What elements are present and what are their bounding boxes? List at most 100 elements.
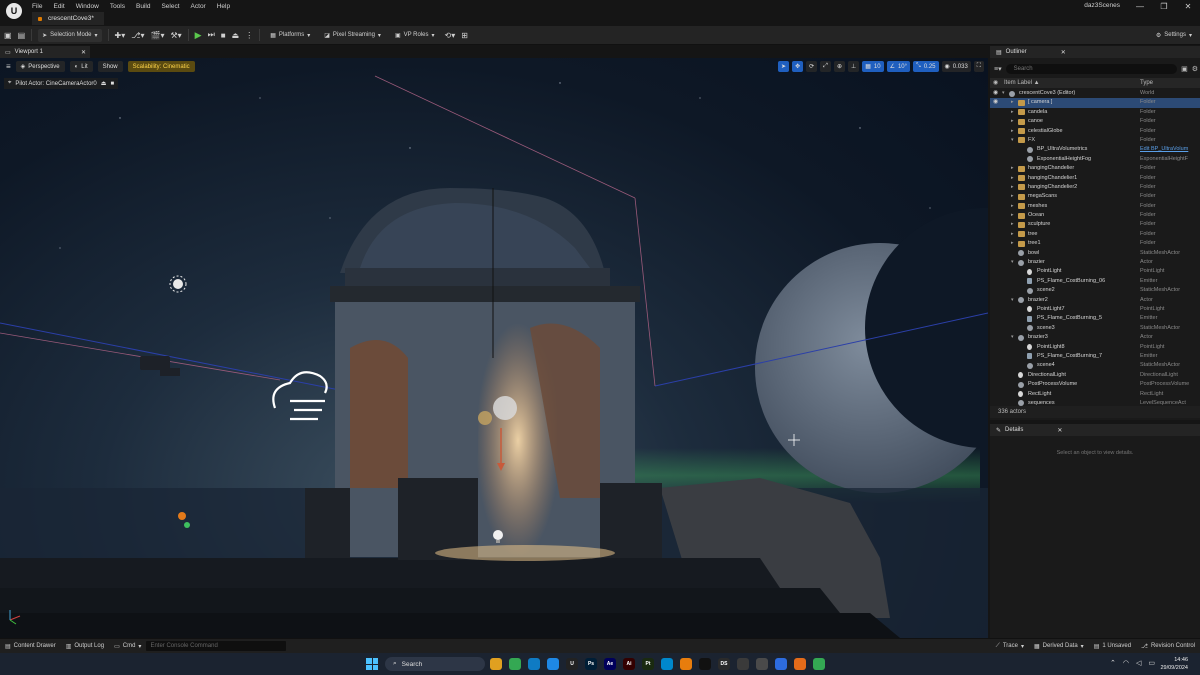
taskbar-app-icon[interactable] bbox=[528, 658, 540, 670]
outliner-row[interactable]: PostProcessVolume PostProcessVolume bbox=[990, 380, 1200, 389]
outliner-row[interactable]: ▸ tree1 Folder bbox=[990, 239, 1200, 248]
select-mode-icon[interactable]: ➤ bbox=[778, 61, 790, 72]
outliner-row[interactable]: DirectionalLight DirectionalLight bbox=[990, 371, 1200, 380]
close-icon[interactable]: ✕ bbox=[1057, 427, 1062, 434]
outliner-row[interactable]: PointLight PointLight bbox=[990, 267, 1200, 276]
minimize-button[interactable]: — bbox=[1128, 2, 1152, 11]
taskbar-app-icon[interactable]: Ae bbox=[604, 658, 616, 670]
maximize-button[interactable]: ❐ bbox=[1152, 2, 1176, 11]
outliner-row[interactable]: scene3 StaticMeshActor bbox=[990, 324, 1200, 333]
close-icon[interactable]: ✕ bbox=[81, 49, 86, 56]
column-item-label[interactable]: Item Label ▲ bbox=[1004, 80, 1040, 86]
chevron-down-icon[interactable]: ▾ bbox=[1002, 90, 1005, 96]
vp-roles-button[interactable]: ▣ VP Roles ▾ bbox=[391, 29, 439, 42]
perspective-button[interactable]: ◈ Perspective bbox=[15, 61, 65, 72]
rotate-icon[interactable]: ⟳ bbox=[806, 61, 818, 72]
chevron-right-icon[interactable]: ▸ bbox=[1011, 184, 1014, 190]
level-tab[interactable]: crescentCove3* bbox=[32, 12, 104, 25]
pixel-streaming-button[interactable]: ◪ Pixel Streaming ▾ bbox=[320, 29, 385, 42]
level-viewport[interactable]: ≡ ◈ Perspective ◐ Lit Show Scalability: … bbox=[0, 58, 988, 638]
scene-render[interactable] bbox=[0, 58, 988, 638]
outliner-row[interactable]: ExponentialHeightFog ExponentialHeightF bbox=[990, 155, 1200, 164]
column-type[interactable]: Type bbox=[1140, 80, 1153, 86]
taskbar-app-icon[interactable]: Pt bbox=[642, 658, 654, 670]
outliner-row[interactable]: ▸ hangingChandelier Folder bbox=[990, 164, 1200, 173]
outliner-row[interactable]: ▸ megaScans Folder bbox=[990, 192, 1200, 201]
taskbar-app-icon[interactable]: DS bbox=[718, 658, 730, 670]
outliner-row[interactable]: ▾ FX Folder bbox=[990, 136, 1200, 145]
chevron-up-icon[interactable]: ⌃ bbox=[1110, 659, 1116, 667]
chevron-down-icon[interactable]: ▾ bbox=[1011, 297, 1014, 303]
scale-icon[interactable]: ⤢ bbox=[820, 61, 831, 72]
chevron-right-icon[interactable]: ▸ bbox=[1011, 165, 1014, 171]
outliner-row[interactable]: PS_Flame_CostBurning_5 Emitter bbox=[990, 314, 1200, 323]
save-icon[interactable]: ▣ bbox=[4, 31, 12, 40]
eject-icon[interactable]: ⏏ bbox=[232, 31, 240, 40]
outliner-row[interactable]: ◉ ▸ [ camera ] Folder bbox=[990, 98, 1200, 108]
taskbar-app-icon[interactable] bbox=[661, 658, 673, 670]
outliner-row[interactable]: scene4 StaticMeshActor bbox=[990, 361, 1200, 370]
chevron-down-icon[interactable]: ▾ bbox=[1011, 137, 1014, 143]
chevron-right-icon[interactable]: ▸ bbox=[1011, 203, 1014, 209]
outliner-row[interactable]: ▾ brazier2 Actor bbox=[990, 296, 1200, 305]
world-local-icon[interactable]: ⊕ bbox=[833, 61, 845, 72]
surface-snap-icon[interactable]: ⊥ bbox=[847, 61, 860, 72]
settings-button[interactable]: ⚙ Settings ▾ bbox=[1152, 29, 1196, 42]
selection-mode-button[interactable]: ➤ Selection Mode ▾ bbox=[38, 28, 102, 42]
menu-tools[interactable]: Tools bbox=[110, 3, 125, 10]
cinematics-icon[interactable]: 🎬▾ bbox=[150, 31, 164, 40]
outliner-row[interactable]: ▾ brazier Actor bbox=[990, 258, 1200, 267]
chevron-right-icon[interactable]: ▸ bbox=[1011, 212, 1014, 218]
grid-snap-button[interactable]: ▦ 10 bbox=[862, 61, 884, 72]
taskbar-app-icon[interactable] bbox=[794, 658, 806, 670]
browse-icon[interactable]: ▤ bbox=[18, 31, 26, 40]
chevron-right-icon[interactable]: ▸ bbox=[1011, 221, 1014, 227]
taskbar-clock[interactable]: 14:46 29/09/2024 bbox=[1160, 656, 1188, 672]
taskbar-app-icon[interactable] bbox=[813, 658, 825, 670]
menu-select[interactable]: Select bbox=[161, 3, 179, 10]
wifi-icon[interactable]: ◠ bbox=[1123, 659, 1129, 667]
taskbar-app-icon[interactable] bbox=[737, 658, 749, 670]
taskbar-search[interactable]: ⌕ Search bbox=[385, 657, 485, 671]
outliner-row[interactable]: ◉ ▾ crescentCove3 (Editor) World bbox=[990, 89, 1200, 98]
windows-start-icon[interactable] bbox=[366, 658, 378, 670]
cmd-button[interactable]: ▭ Cmd ▾ bbox=[109, 639, 146, 654]
outliner-row[interactable]: RectLight RectLight bbox=[990, 390, 1200, 399]
trace-button[interactable]: ⟋ Trace ▾ bbox=[991, 639, 1029, 654]
outliner-row[interactable]: ▾ brazier3 Actor bbox=[990, 333, 1200, 342]
outliner-tab[interactable]: ▤ Outliner ✕ bbox=[990, 46, 1200, 58]
outliner-row[interactable]: PS_Flame_CostBurning_7 Emitter bbox=[990, 352, 1200, 361]
visibility-eye-icon[interactable]: ◉ bbox=[993, 89, 998, 96]
camera-actor-icon[interactable] bbox=[140, 356, 180, 376]
add-folder-icon[interactable]: ▣ bbox=[1181, 65, 1188, 73]
hamburger-menu-icon[interactable]: ≡ bbox=[6, 62, 11, 71]
play-icon[interactable]: ▶ bbox=[195, 30, 202, 41]
chevron-right-icon[interactable]: ▸ bbox=[1011, 118, 1014, 124]
outliner-row[interactable]: PointLight8 PointLight bbox=[990, 343, 1200, 352]
step-icon[interactable]: ⏭ bbox=[208, 30, 215, 40]
outliner-row[interactable]: ▸ canoe Folder bbox=[990, 117, 1200, 126]
gear-icon[interactable]: ⚙ bbox=[1192, 65, 1198, 73]
close-icon[interactable]: ✕ bbox=[1061, 49, 1066, 56]
taskbar-app-icon[interactable] bbox=[775, 658, 787, 670]
viewport-tab[interactable]: ▭ Viewport 1 ✕ bbox=[0, 46, 90, 58]
blueprint-icon[interactable]: ⎇▾ bbox=[131, 31, 144, 40]
scalability-badge[interactable]: Scalability: Cinematic bbox=[127, 61, 195, 72]
unreal-logo-icon[interactable]: U bbox=[6, 3, 22, 19]
taskbar-app-icon[interactable]: Ps bbox=[585, 658, 597, 670]
add-actor-icon[interactable]: ✚▾ bbox=[115, 31, 126, 40]
translate-icon[interactable]: ✥ bbox=[792, 61, 804, 72]
chevron-down-icon[interactable]: ▾ bbox=[1011, 259, 1014, 265]
outliner-row[interactable]: BP_UltraVolumetrics Edit BP_UltraVolum bbox=[990, 145, 1200, 154]
chevron-right-icon[interactable]: ▸ bbox=[1011, 99, 1014, 105]
fog-cloud-icon[interactable] bbox=[272, 371, 328, 421]
outliner-row[interactable]: PointLight7 PointLight bbox=[990, 305, 1200, 314]
menu-file[interactable]: File bbox=[32, 3, 42, 10]
chevron-right-icon[interactable]: ▸ bbox=[1011, 193, 1014, 199]
taskbar-app-icon[interactable] bbox=[547, 658, 559, 670]
menu-window[interactable]: Window bbox=[76, 3, 99, 10]
directional-light-icon[interactable] bbox=[169, 275, 187, 293]
modes-icon[interactable]: ⚒▾ bbox=[170, 31, 181, 40]
show-button[interactable]: Show bbox=[97, 61, 123, 72]
taskbar-app-icon[interactable] bbox=[490, 658, 502, 670]
